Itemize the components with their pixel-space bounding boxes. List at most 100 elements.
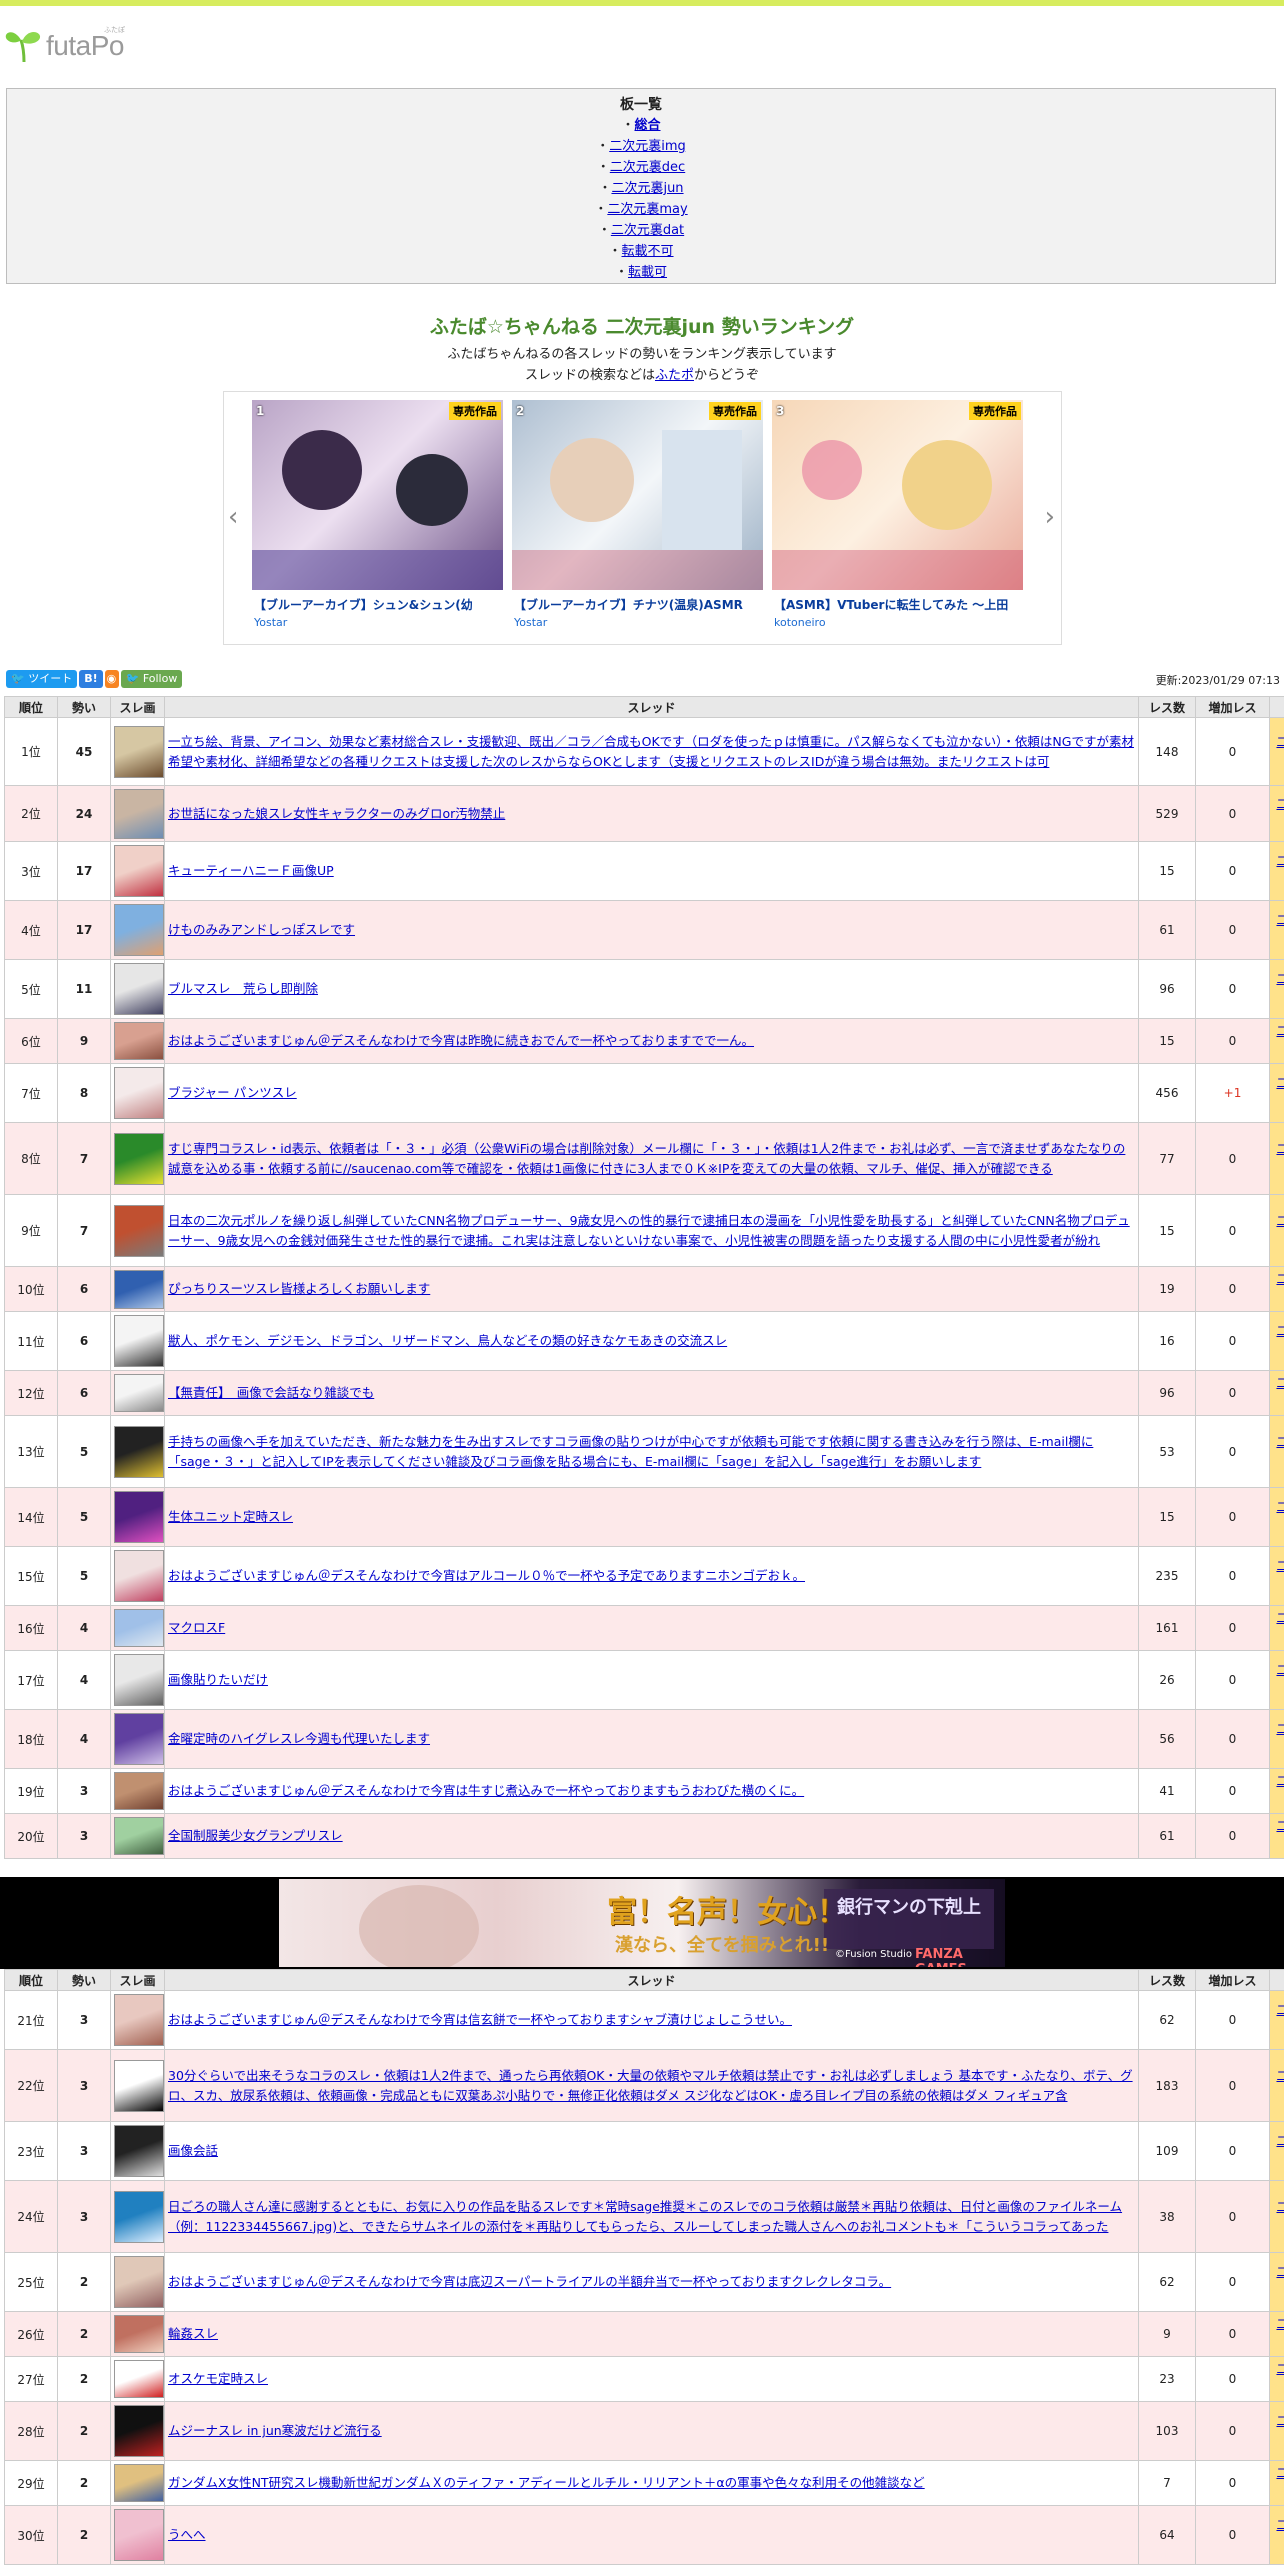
board-name-link[interactable]: 二次元裏jun (1276, 1435, 1284, 1469)
row-thumbnail-cell[interactable] (110, 1194, 165, 1267)
thread-link[interactable]: ムジーナスレ in jun寒波だけど流行る (168, 2423, 382, 2438)
carousel-next-icon[interactable]: › (1045, 502, 1055, 532)
board-name-link[interactable]: 二次元裏jun (1276, 2069, 1284, 2103)
thread-link[interactable]: 金曜定時のハイグレスレ今週も代理いたします (168, 1731, 430, 1746)
thread-thumbnail[interactable] (114, 845, 164, 897)
board-name-link[interactable]: 二次元裏jun (1276, 1559, 1284, 1593)
thread-link[interactable]: 日本の二次元ポルノを繰り返し糾弾していたCNN名物プロデューサー、9歳女児への性… (168, 1213, 1130, 1248)
ad-banner[interactable]: 富！名声！女心！ 漢なら、全てを掴みとれ!! 銀行マンの下剋上 ©Fusion … (0, 1877, 1284, 1969)
board-name-link[interactable]: 二次元裏jun (1276, 1324, 1284, 1358)
board-name-link[interactable]: 二次元裏jun (1276, 2134, 1284, 2168)
thread-thumbnail[interactable] (114, 1374, 164, 1412)
board-name-link[interactable]: 二次元裏jun (1276, 2003, 1284, 2037)
thread-link[interactable]: ガンダムX女性NT研究スレ機動新世紀ガンダムＸのティファ・アディールとルチル・リ… (168, 2475, 925, 2490)
carousel-prev-icon[interactable]: ‹ (228, 502, 238, 532)
row-thumbnail-cell[interactable] (110, 2121, 165, 2181)
board-name-link[interactable]: 二次元裏jun (1276, 1500, 1284, 1534)
board-link-dec[interactable]: 二次元裏dec (610, 160, 685, 175)
thread-thumbnail[interactable] (114, 2509, 164, 2561)
product-image[interactable]: 1 専売作品 (252, 400, 503, 590)
board-link-dat[interactable]: 二次元裏dat (611, 223, 684, 238)
row-thumbnail-cell[interactable] (110, 900, 165, 960)
thread-link[interactable]: ブラジャー パンツスレ (168, 1085, 297, 1100)
row-thumbnail-cell[interactable] (110, 841, 165, 901)
row-thumbnail-cell[interactable] (110, 1650, 165, 1710)
row-thumbnail-cell[interactable] (110, 2049, 165, 2122)
board-name-link[interactable]: 二次元裏jun (1276, 2362, 1284, 2396)
thread-link[interactable]: うへへ (168, 2527, 206, 2542)
thread-link[interactable]: 【無責任】 画像で会話なり雑談でも (168, 1385, 374, 1400)
row-thumbnail-cell[interactable] (110, 1605, 165, 1651)
thread-thumbnail[interactable] (114, 1654, 164, 1706)
thread-link[interactable]: 日ごろの職人さん達に感謝するとともに、お気に入りの作品を貼るスレです＊常時sag… (168, 2199, 1122, 2234)
row-thumbnail-cell[interactable] (110, 2180, 165, 2253)
thread-thumbnail[interactable] (114, 1491, 164, 1543)
thread-thumbnail[interactable] (114, 963, 164, 1015)
board-link-no-repost[interactable]: 転載不可 (622, 244, 674, 259)
board-name-link[interactable]: 二次元裏jun (1276, 854, 1284, 888)
thread-thumbnail[interactable] (114, 1315, 164, 1367)
board-name-link[interactable]: 二次元裏jun (1276, 2466, 1284, 2500)
row-thumbnail-cell[interactable] (110, 1063, 165, 1123)
thread-thumbnail[interactable] (114, 1772, 164, 1810)
row-thumbnail-cell[interactable] (110, 1813, 165, 1859)
thread-link[interactable]: キューティーハニーＦ画像UP (168, 863, 334, 878)
thread-link[interactable]: 輪姦スレ (168, 2326, 218, 2341)
row-thumbnail-cell[interactable] (110, 1709, 165, 1769)
board-name-link[interactable]: 二次元裏jun (1276, 1024, 1284, 1058)
thread-link[interactable]: 画像貼りたいだけ (168, 1672, 268, 1687)
product-title[interactable]: 【ASMR】VTuberに転生してみた 〜上田 (774, 596, 1023, 613)
board-link-jun[interactable]: 二次元裏jun (611, 181, 683, 196)
row-thumbnail-cell[interactable] (110, 1370, 165, 1416)
row-thumbnail-cell[interactable] (110, 959, 165, 1019)
board-name-link[interactable]: 二次元裏jun (1276, 1272, 1284, 1306)
thread-link[interactable]: 獣人、ポケモン、デジモン、ドラゴン、リザードマン、鳥人などその類の好きなケモあき… (168, 1333, 727, 1348)
row-thumbnail-cell[interactable] (110, 1266, 165, 1312)
thread-thumbnail[interactable] (114, 1994, 164, 2046)
product-title[interactable]: 【ブルーアーカイブ】チナツ(温泉)ASMR (514, 596, 763, 613)
thread-thumbnail[interactable] (114, 1713, 164, 1765)
board-link-sougou[interactable]: 総合 (635, 118, 661, 133)
thread-thumbnail[interactable] (114, 1204, 164, 1257)
thread-link[interactable]: 一立ち絵、背景、アイコン、効果など素材総合スレ・支援歓迎、既出／コラ／合成もOK… (168, 734, 1134, 769)
board-name-link[interactable]: 二次元裏jun (1276, 1722, 1284, 1756)
hatena-bookmark-button[interactable]: B! (79, 670, 103, 688)
thread-thumbnail[interactable] (114, 1609, 164, 1647)
row-thumbnail-cell[interactable] (110, 1546, 165, 1606)
row-thumbnail-cell[interactable] (110, 1487, 165, 1547)
carousel-card[interactable]: 1 専売作品 【ブルーアーカイブ】シュン&シュン(幼 Yostar (252, 400, 503, 635)
thread-link[interactable]: マクロスF (168, 1620, 225, 1635)
thread-thumbnail[interactable] (114, 1550, 164, 1602)
product-image[interactable]: 2 専売作品 (512, 400, 763, 590)
thread-thumbnail[interactable] (114, 2125, 164, 2177)
board-name-link[interactable]: 二次元裏jun (1276, 1142, 1284, 1176)
row-thumbnail-cell[interactable] (110, 1311, 165, 1371)
board-name-link[interactable]: 二次元裏jun (1276, 972, 1284, 1006)
board-name-link[interactable]: 二次元裏jun (1276, 1774, 1284, 1808)
board-name-link[interactable]: 二次元裏jun (1276, 2200, 1284, 2234)
thread-link[interactable]: けものみみアンドしっぽスレです (168, 922, 355, 937)
thread-thumbnail[interactable] (114, 2190, 164, 2243)
row-thumbnail-cell[interactable] (110, 2460, 165, 2506)
thread-thumbnail[interactable] (114, 1425, 164, 1478)
thread-link[interactable]: すじ専門コラスレ・id表示、依頼者は「・３・」必須（公衆WiFiの場合は削除対象… (168, 1141, 1125, 1176)
board-name-link[interactable]: 二次元裏jun (1276, 1611, 1284, 1645)
row-thumbnail-cell[interactable] (110, 1768, 165, 1814)
board-name-link[interactable]: 二次元裏jun (1276, 2518, 1284, 2552)
board-link-may[interactable]: 二次元裏may (607, 202, 687, 217)
thread-thumbnail[interactable] (114, 2315, 164, 2353)
product-image[interactable]: 3 専売作品 (772, 400, 1023, 590)
rss-icon[interactable]: ◉ (104, 670, 119, 688)
thread-thumbnail[interactable] (114, 2405, 164, 2457)
row-thumbnail-cell[interactable] (110, 2311, 165, 2357)
thread-thumbnail[interactable] (114, 1022, 164, 1060)
board-name-link[interactable]: 二次元裏jun (1276, 1376, 1284, 1410)
row-thumbnail-cell[interactable] (110, 2401, 165, 2461)
thread-link[interactable]: おはようございますじゅん＠デスそんなわけで今宵はアルコール０％で一杯やる予定であ… (168, 1568, 805, 1583)
thread-link[interactable]: 手持ちの画像へ手を加えていただき、新たな魅力を生み出すスレですコラ画像の貼りつけ… (168, 1434, 1093, 1469)
thread-link[interactable]: おはようございますじゅん＠デスそんなわけで今宵は信玄餅で一杯やっておりますシャブ… (168, 2012, 792, 2027)
row-thumbnail-cell[interactable] (110, 1018, 165, 1064)
thread-thumbnail[interactable] (114, 2360, 164, 2398)
thread-thumbnail[interactable] (114, 1132, 164, 1185)
product-maker[interactable]: kotoneiro (774, 616, 826, 629)
